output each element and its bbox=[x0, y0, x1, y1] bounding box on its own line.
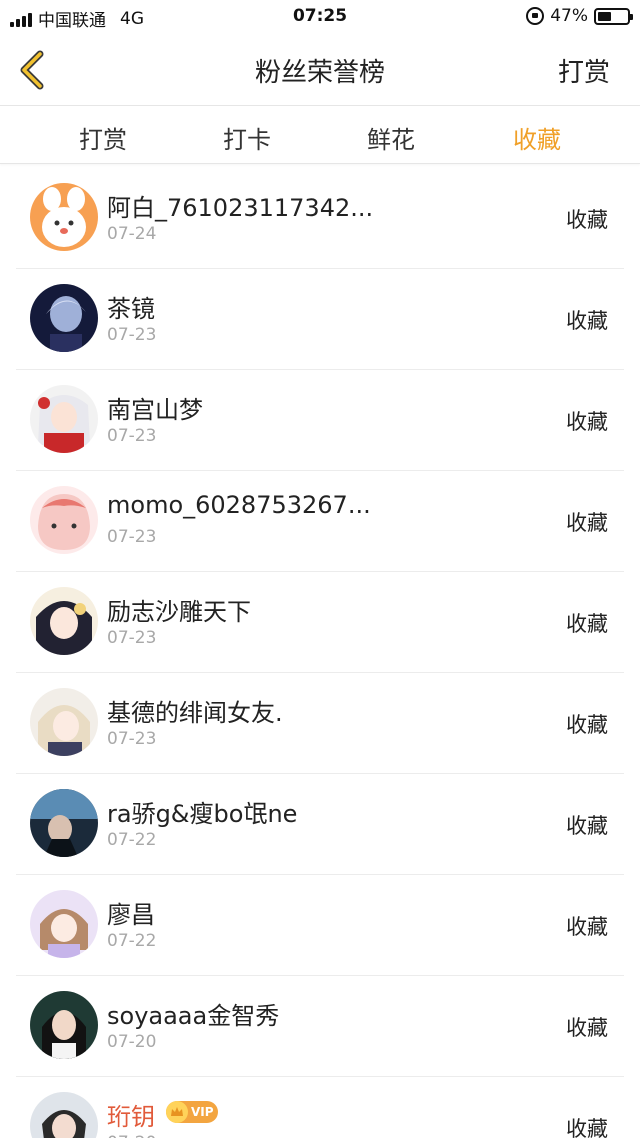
fan-date: 07-24 bbox=[107, 224, 157, 244]
pink-blob-avatar-icon bbox=[30, 486, 98, 554]
tab-flowers[interactable]: 鲜花 bbox=[341, 120, 441, 155]
reward-button[interactable]: 打赏 bbox=[558, 52, 610, 89]
fan-list: 阿白_761023117342... 07-24 收藏 茶镜 07-23 收藏 bbox=[16, 168, 624, 1138]
list-item[interactable]: 茶镜 07-23 收藏 bbox=[16, 269, 624, 370]
blue-photo-avatar-icon bbox=[30, 789, 98, 857]
fan-action: 收藏 bbox=[566, 1016, 608, 1040]
list-item[interactable]: 珩钥 VIP 07-20 收藏 bbox=[16, 1077, 624, 1138]
list-item[interactable]: 南宫山梦 07-23 收藏 bbox=[16, 370, 624, 471]
avatar bbox=[30, 991, 98, 1059]
fan-date: 07-20 bbox=[107, 1133, 156, 1138]
fan-name: soyaaaa金智秀 bbox=[107, 1002, 280, 1030]
avatar bbox=[30, 284, 98, 352]
fan-date: 07-22 bbox=[107, 830, 157, 850]
fan-name: ra骄g&瘦bo氓ne bbox=[107, 800, 298, 828]
fan-name: 阿白_761023117342... bbox=[107, 194, 374, 222]
list-item[interactable]: ra骄g&瘦bo氓ne 07-22 收藏 bbox=[16, 774, 624, 875]
list-item[interactable]: 廖昌 07-22 收藏 bbox=[16, 875, 624, 976]
battery-icon bbox=[594, 7, 633, 25]
portrait-photo-avatar-2-icon bbox=[30, 1092, 98, 1138]
anime-dark-hair-avatar-icon bbox=[30, 587, 98, 655]
fan-action: 收藏 bbox=[566, 814, 608, 838]
tab-checkin[interactable]: 打卡 bbox=[197, 120, 297, 155]
tab-favorites[interactable]: 收藏 bbox=[487, 120, 587, 155]
tab-bar: 打赏 打卡 鲜花 收藏 bbox=[0, 106, 640, 164]
crown-icon bbox=[166, 1101, 188, 1123]
list-item[interactable]: 阿白_761023117342... 07-24 收藏 bbox=[16, 168, 624, 269]
dark-anime-avatar-icon bbox=[30, 284, 98, 352]
fan-action: 收藏 bbox=[566, 511, 608, 535]
avatar bbox=[30, 486, 98, 554]
fan-date: 07-23 bbox=[107, 628, 157, 648]
fan-action: 收藏 bbox=[566, 1117, 608, 1138]
cartoon-bunny-avatar-icon bbox=[30, 183, 98, 251]
avatar bbox=[30, 385, 98, 453]
fan-name: 基德的绯闻女友. bbox=[107, 699, 283, 727]
fan-name: 珩钥 bbox=[107, 1103, 155, 1131]
fan-date: 07-23 bbox=[107, 325, 157, 345]
fan-action: 收藏 bbox=[566, 410, 608, 434]
avatar bbox=[30, 183, 98, 251]
purple-anime-avatar-icon bbox=[30, 890, 98, 958]
list-item[interactable]: 励志沙雕天下 07-23 收藏 bbox=[16, 572, 624, 673]
vip-label: VIP bbox=[191, 1105, 214, 1119]
list-item[interactable]: momo_6028753267... 07-23 收藏 bbox=[16, 471, 624, 572]
fan-name: 励志沙雕天下 bbox=[107, 598, 251, 626]
avatar bbox=[30, 688, 98, 756]
list-item[interactable]: 基德的绯闻女友. 07-23 收藏 bbox=[16, 673, 624, 774]
portrait-photo-avatar-icon bbox=[30, 991, 98, 1059]
avatar bbox=[30, 789, 98, 857]
anime-blonde-avatar-icon bbox=[30, 688, 98, 756]
status-bar: 中国联通 4G 07:25 47% bbox=[0, 0, 640, 34]
rotation-lock-icon bbox=[526, 7, 545, 25]
fan-name: momo_6028753267... bbox=[107, 491, 371, 519]
fan-name: 南宫山梦 bbox=[107, 396, 203, 424]
fan-date: 07-23 bbox=[107, 426, 157, 446]
battery-fill bbox=[598, 11, 612, 21]
fan-action: 收藏 bbox=[566, 915, 608, 939]
fan-date: 07-20 bbox=[107, 1032, 157, 1052]
fan-name: 廖昌 bbox=[107, 901, 155, 929]
page-title: 粉丝荣誉榜 bbox=[254, 58, 385, 88]
fan-name: 茶镜 bbox=[107, 295, 155, 323]
list-item[interactable]: soyaaaa金智秀 07-20 收藏 bbox=[16, 976, 624, 1077]
fan-date: 07-23 bbox=[107, 729, 157, 749]
anime-girl-red-avatar-icon bbox=[30, 385, 98, 453]
fan-action: 收藏 bbox=[566, 612, 608, 636]
fan-action: 收藏 bbox=[566, 713, 608, 737]
avatar bbox=[30, 587, 98, 655]
fan-date: 07-22 bbox=[107, 931, 157, 951]
nav-bar: 粉丝荣誉榜 打赏 bbox=[0, 34, 640, 106]
fan-date: 07-23 bbox=[107, 527, 157, 547]
vip-badge: VIP bbox=[166, 1101, 218, 1123]
status-right: 47% bbox=[526, 6, 633, 26]
fan-action: 收藏 bbox=[566, 208, 608, 232]
tab-reward[interactable]: 打赏 bbox=[53, 120, 153, 155]
fan-action: 收藏 bbox=[566, 309, 608, 333]
avatar bbox=[30, 890, 98, 958]
battery-percent: 47% bbox=[550, 6, 588, 26]
avatar bbox=[30, 1092, 98, 1138]
